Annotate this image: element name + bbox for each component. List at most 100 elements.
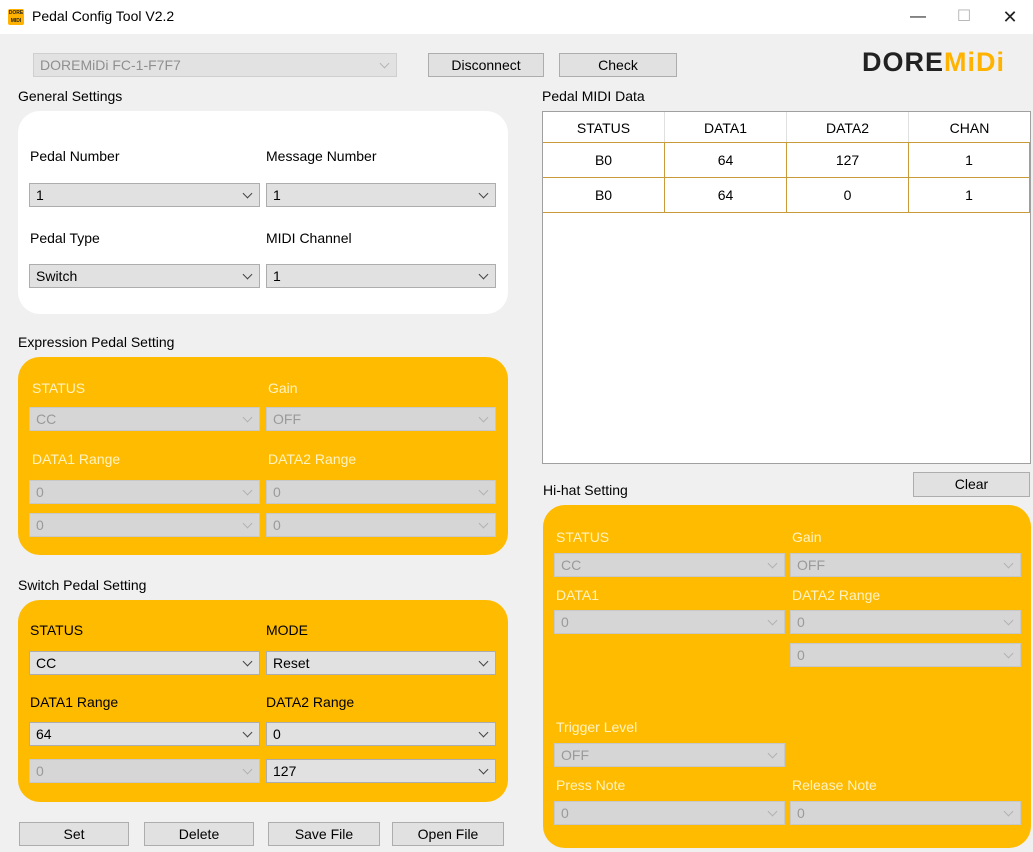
expression-data1-label: DATA1 Range	[32, 451, 121, 467]
switch-data2-min-select[interactable]: 0	[266, 722, 496, 746]
table-cell: 1	[909, 143, 1030, 177]
table-row[interactable]: B0 64 0 1	[543, 177, 1030, 213]
hihat-data2-max-value: 0	[797, 647, 805, 663]
set-button[interactable]: Set	[19, 822, 129, 846]
hihat-release-note-label: Release Note	[792, 777, 877, 793]
column-header-data1[interactable]: DATA1	[665, 112, 787, 142]
switch-data1-min-select[interactable]: 64	[29, 722, 260, 746]
chevron-down-icon	[477, 481, 491, 503]
pedal-number-select[interactable]: 1	[29, 183, 260, 207]
switch-data1-max-select[interactable]: 0	[29, 759, 260, 783]
expression-data2-min-select[interactable]: 0	[266, 480, 496, 504]
hihat-data1-label: DATA1	[556, 587, 600, 603]
chevron-down-icon	[241, 514, 255, 536]
pedal-type-value: Switch	[36, 268, 78, 284]
hihat-data1-value: 0	[561, 614, 569, 630]
logo-text-main: DORE	[862, 47, 945, 77]
chevron-down-icon	[1002, 554, 1016, 576]
table-row[interactable]: B0 64 127 1	[543, 142, 1030, 178]
device-select[interactable]: DOREMiDi FC-1-F7F7	[33, 53, 397, 77]
hihat-trigger-level-select[interactable]: OFF	[554, 743, 785, 767]
switch-data2-max-select[interactable]: 127	[266, 759, 496, 783]
message-number-value: 1	[273, 187, 281, 203]
expression-data2-max-value: 0	[273, 517, 281, 533]
chevron-down-icon	[477, 184, 491, 206]
switch-mode-value: Reset	[273, 655, 310, 671]
pedal-type-select[interactable]: Switch	[29, 264, 260, 288]
column-header-chan[interactable]: CHAN	[909, 112, 1030, 142]
doremidi-logo: DOREMiDi	[862, 47, 1005, 78]
chevron-down-icon	[477, 514, 491, 536]
hihat-status-label: STATUS	[556, 529, 610, 545]
disconnect-button[interactable]: Disconnect	[428, 53, 544, 77]
hihat-data2-min-select[interactable]: 0	[790, 610, 1021, 634]
expression-data1-min-select[interactable]: 0	[29, 480, 260, 504]
hihat-trigger-level-label: Trigger Level	[556, 719, 638, 735]
hihat-data2-min-value: 0	[797, 614, 805, 630]
hihat-gain-select[interactable]: OFF	[790, 553, 1021, 577]
chevron-down-icon	[241, 760, 255, 782]
chevron-down-icon	[477, 652, 491, 674]
chevron-down-icon	[766, 554, 780, 576]
table-cell: B0	[543, 178, 665, 212]
column-header-status[interactable]: STATUS	[543, 112, 665, 142]
check-button[interactable]: Check	[559, 53, 677, 77]
maximize-button[interactable]: ☐	[941, 5, 987, 29]
hihat-press-note-select[interactable]: 0	[554, 801, 785, 825]
expression-data1-min-value: 0	[36, 484, 44, 500]
chevron-down-icon	[766, 802, 780, 824]
chevron-down-icon	[766, 611, 780, 633]
close-button[interactable]: ✕	[987, 5, 1033, 29]
expression-data2-max-select[interactable]: 0	[266, 513, 496, 537]
pedal-number-label: Pedal Number	[30, 148, 120, 164]
hihat-data2-max-select[interactable]: 0	[790, 643, 1021, 667]
hihat-gain-value: OFF	[797, 557, 825, 573]
chevron-down-icon	[477, 760, 491, 782]
hihat-data2-label: DATA2 Range	[792, 587, 881, 603]
table-header: STATUS DATA1 DATA2 CHAN	[543, 112, 1030, 142]
table-cell: 1	[909, 178, 1030, 212]
hihat-press-note-value: 0	[561, 805, 569, 821]
switch-status-select[interactable]: CC	[29, 651, 260, 675]
pedal-midi-data-heading: Pedal MIDI Data	[542, 88, 645, 104]
expression-gain-select[interactable]: OFF	[266, 407, 496, 431]
chevron-down-icon	[241, 408, 255, 430]
table-cell: B0	[543, 143, 665, 177]
expression-data1-max-select[interactable]: 0	[29, 513, 260, 537]
hihat-release-note-value: 0	[797, 805, 805, 821]
hihat-status-select[interactable]: CC	[554, 553, 785, 577]
chevron-down-icon	[241, 184, 255, 206]
midi-data-table[interactable]: STATUS DATA1 DATA2 CHAN B0 64 127 1 B0 6…	[542, 111, 1031, 464]
expression-status-select[interactable]: CC	[29, 407, 260, 431]
expression-status-label: STATUS	[32, 380, 86, 396]
save-file-button[interactable]: Save File	[268, 822, 380, 846]
window-title: Pedal Config Tool V2.2	[32, 8, 175, 24]
expression-status-value: CC	[36, 411, 57, 427]
chevron-down-icon	[1002, 802, 1016, 824]
hihat-data1-select[interactable]: 0	[554, 610, 785, 634]
delete-button[interactable]: Delete	[144, 822, 254, 846]
app-logo-icon: DORE MIDI	[8, 9, 24, 25]
chevron-down-icon	[241, 481, 255, 503]
chevron-down-icon	[378, 54, 392, 76]
midi-channel-value: 1	[273, 268, 281, 284]
chevron-down-icon	[1002, 644, 1016, 666]
open-file-button[interactable]: Open File	[392, 822, 504, 846]
clear-button[interactable]: Clear	[913, 472, 1030, 497]
minimize-button[interactable]: —	[895, 5, 941, 29]
switch-status-value: CC	[36, 655, 57, 671]
general-settings-heading: General Settings	[18, 88, 123, 104]
switch-data2-min-value: 0	[273, 726, 281, 742]
switch-data1-label: DATA1 Range	[30, 694, 119, 710]
chevron-down-icon	[477, 265, 491, 287]
message-number-select[interactable]: 1	[266, 183, 496, 207]
hihat-setting-heading: Hi-hat Setting	[543, 482, 628, 498]
switch-mode-select[interactable]: Reset	[266, 651, 496, 675]
column-header-data2[interactable]: DATA2	[787, 112, 909, 142]
midi-channel-select[interactable]: 1	[266, 264, 496, 288]
hihat-trigger-level-value: OFF	[561, 747, 589, 763]
switch-data1-min-value: 64	[36, 726, 52, 742]
expression-data2-min-value: 0	[273, 484, 281, 500]
switch-data2-label: DATA2 Range	[266, 694, 355, 710]
hihat-release-note-select[interactable]: 0	[790, 801, 1021, 825]
